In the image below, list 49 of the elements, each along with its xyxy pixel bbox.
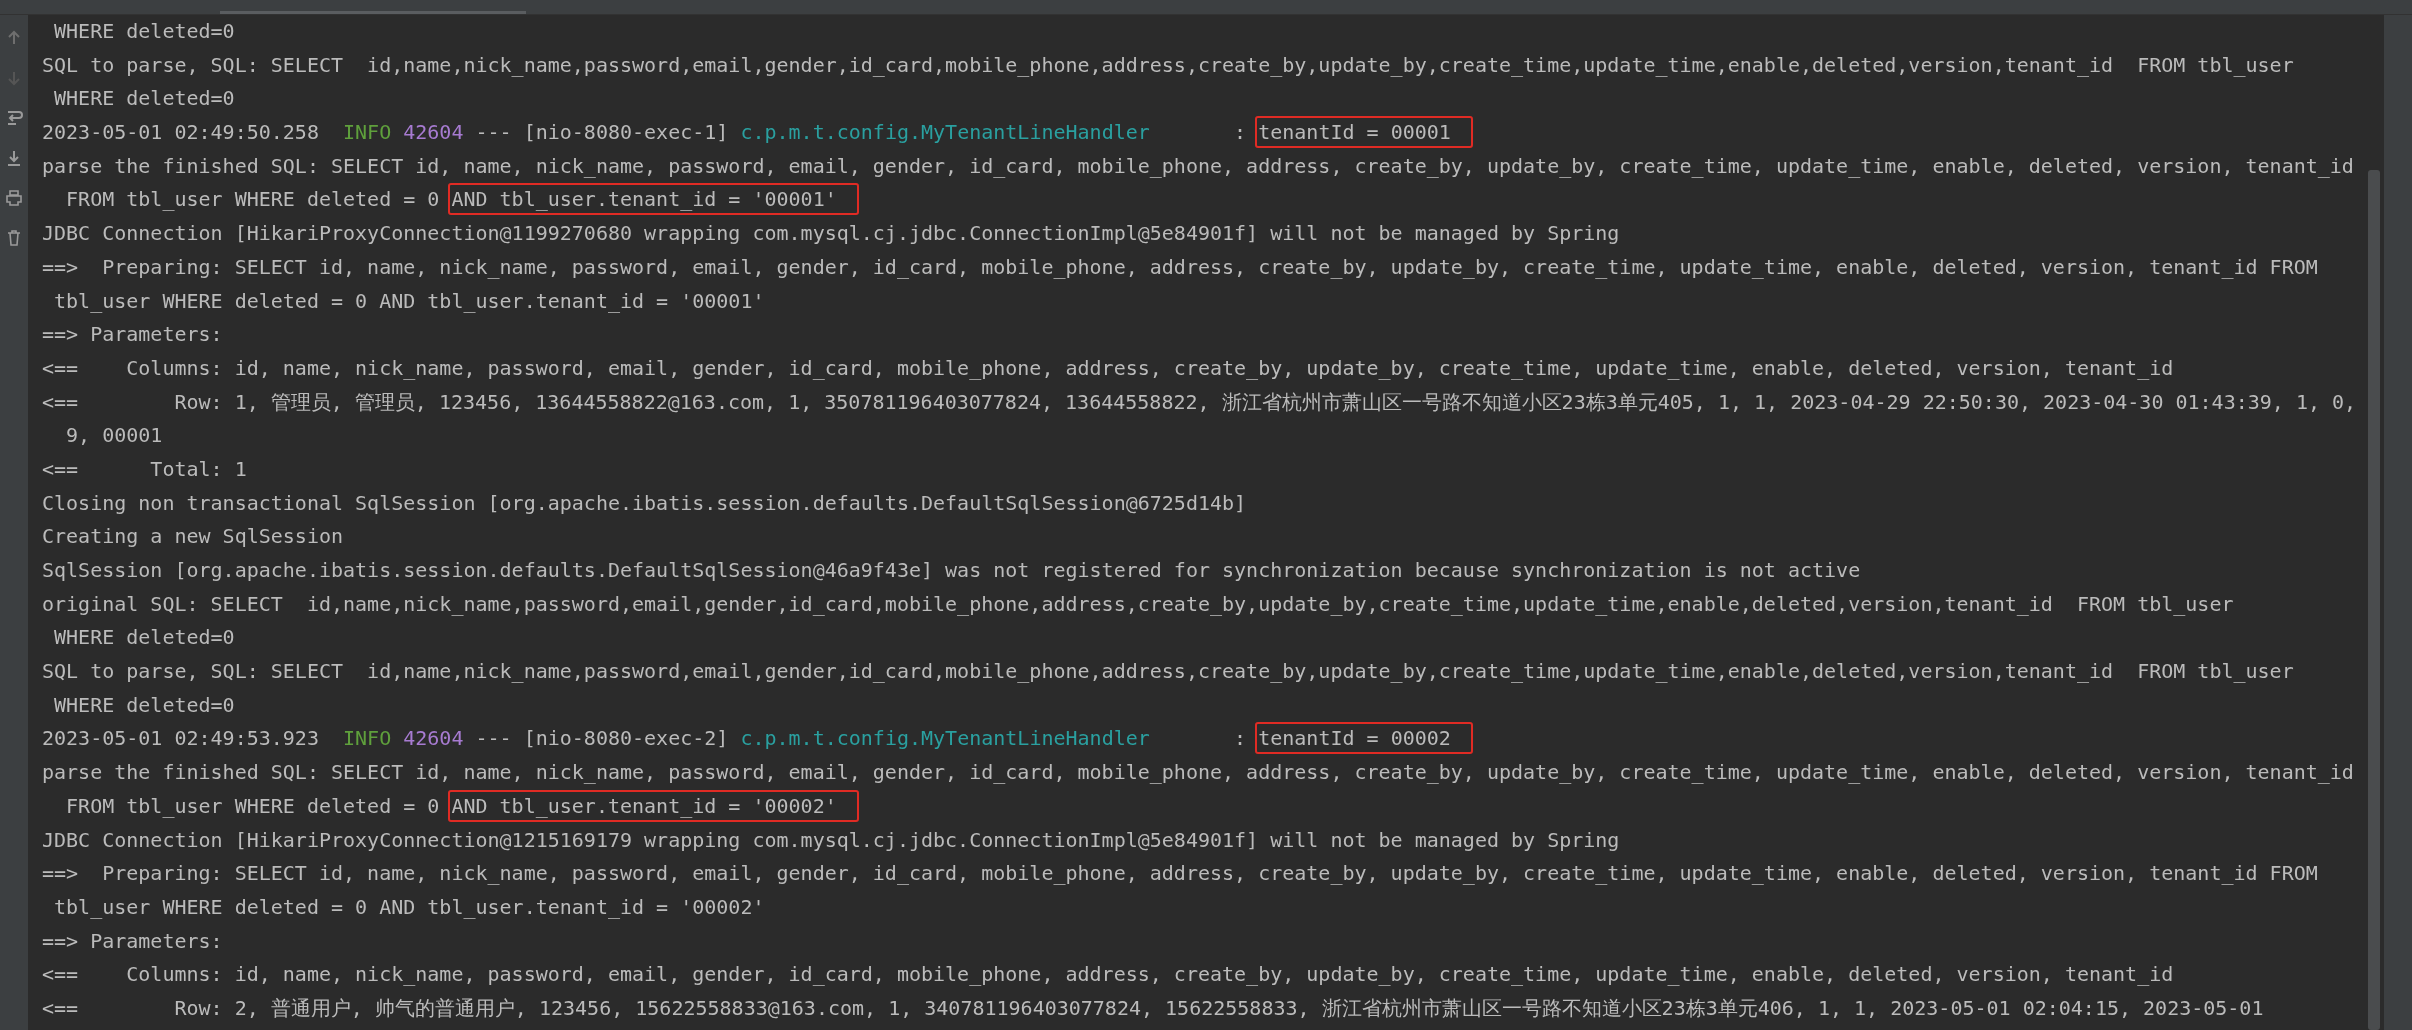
log-line: <== Row: 2, 普通用户, 帅气的普通用户, 123456, 15622558833@163.com, 1, 340781196403077824, 15622558833, 浙江省杭州市萧山区一号路不知道小区23栋3单元406, 1, 1, 2023-05-01 02:04:15, 2023-05-01 [42, 994, 2265, 1022]
log-line: <== Columns: id, name, nick_name, password, email, gender, id_card, mobile_phone, address, create_by, update_by, create_time, update_time, enable, deleted, version, tenant_id [42, 961, 2175, 989]
log-line: <== Row: 1, 管理员, 管理员, 123456, 13644558822@163.com, 1, 350781196403077824, 13644558822, 浙江省杭州市萧山区一号路不知道小区23栋3单元405, 1, 1, 2023-04-29 22:50:30, 2023-04-30 01:43:39, 1, 0, [42, 388, 2358, 416]
log-line: Closing non transactional SqlSession [org.apache.ibatis.session.defaults.DefaultSqlSession@6725d14b] [42, 489, 1248, 517]
log-line: SqlSession [org.apache.ibatis.session.defaults.DefaultSqlSession@46a9f43e] was not registered for synchronization because synchronization is not active [42, 557, 1862, 584]
logger-name: c.p.m.t.config.MyTenantLineHandler [740, 725, 1150, 753]
log-line: WHERE deleted=0 [53, 18, 236, 45]
log-line: parse the finished SQL: SELECT id, name, nick_name, password, email, gender, id_card, mobile_phone, address, create_by, update_by, create_time, update_time, enable, deleted, version, tenant_id [42, 759, 2355, 787]
highlighted-text: AND tbl_user.tenant_id = '00002' [448, 789, 859, 822]
process-id: 42604 [403, 725, 464, 753]
log-line: original SQL: SELECT id,name,nick_name,password,email,gender,id_card,mobile_phone,address,create_by,update_by,create_time,update_time,enable,deleted,version,tenant_id FROM tbl_user [42, 590, 2235, 618]
log-text: 2023-05-01 02:49:50.258 [42, 119, 320, 147]
log-line: JDBC Connection [HikariProxyConnection@1199270680 wrapping com.mysql.cj.jdbc.ConnectionImpl@5e84901f] will not be managed by Spring [42, 220, 1621, 248]
scroll-to-end-icon[interactable] [5, 149, 23, 167]
highlighted-text: AND tbl_user.tenant_id = '00001' [448, 183, 859, 216]
log-line: ==> Preparing: SELECT id, name, nick_name, password, email, gender, id_card, mobile_phone, address, create_by, update_by, create_time, update_time, enable, deleted, version, tenant_id FROM [42, 253, 2319, 281]
soft-wrap-icon[interactable] [5, 109, 23, 127]
log-line: ==> Preparing: SELECT id, name, nick_name, password, email, gender, id_card, mobile_phone, address, create_by, update_by, create_time, update_time, enable, deleted, version, tenant_id FROM [42, 860, 2319, 888]
log-line: <== Total: 1 [42, 455, 248, 483]
log-line: ==> Parameters: [42, 927, 224, 955]
log-line: parse the finished SQL: SELECT id, name, nick_name, password, email, gender, id_card, mobile_phone, address, create_by, update_by, create_time, update_time, enable, deleted, version, tenant_id [42, 152, 2355, 180]
log-level: INFO [343, 119, 392, 147]
scrollbar-thumb[interactable] [2368, 170, 2380, 1030]
log-text: FROM tbl_user WHERE deleted = 0 [65, 792, 441, 820]
log-line: ==> Parameters: [42, 321, 224, 349]
trash-icon[interactable] [5, 229, 23, 247]
log-text: : [1233, 725, 1248, 753]
process-id: 42604 [403, 119, 464, 147]
log-line: <== Columns: id, name, nick_name, password, email, gender, id_card, mobile_phone, address, create_by, update_by, create_time, update_time, enable, deleted, version, tenant_id [42, 354, 2175, 382]
log-line: WHERE deleted=0 [53, 624, 236, 652]
log-line: JDBC Connection [HikariProxyConnection@1215169179 wrapping com.mysql.cj.jdbc.ConnectionImpl@5e84901f] will not be managed by Spring [42, 826, 1621, 854]
log-line: WHERE deleted=0 [53, 691, 236, 719]
log-line: SQL to parse, SQL: SELECT id,name,nick_name,password,email,gender,id_card,mobile_phone,address,create_by,update_by,create_time,update_time,enable,deleted,version,tenant_id FROM tbl_user [42, 658, 2295, 686]
print-icon[interactable] [5, 189, 23, 207]
logger-name: c.p.m.t.config.MyTenantLineHandler [740, 119, 1150, 147]
highlighted-text: tenantId = 00001 [1255, 116, 1473, 149]
log-line: Creating a new SqlSession [42, 523, 345, 551]
highlighted-text: tenantId = 00002 [1255, 722, 1473, 755]
log-text: --- [nio-8080-exec-1] [474, 119, 730, 147]
log-line: WHERE deleted=0 [53, 85, 236, 113]
log-text: 2023-05-01 02:49:53.923 [42, 725, 320, 753]
log-line: tbl_user WHERE deleted = 0 AND tbl_user.tenant_id = '00002' [53, 893, 766, 921]
log-line: tbl_user WHERE deleted = 0 AND tbl_user.tenant_id = '00001' [53, 287, 766, 315]
log-line: 9, 00001 [65, 422, 164, 450]
log-text: : [1233, 119, 1248, 147]
log-text: FROM tbl_user WHERE deleted = 0 [65, 186, 441, 214]
log-level: INFO [343, 725, 392, 753]
log-text: --- [nio-8080-exec-2] [474, 725, 730, 753]
log-line: SQL to parse, SQL: SELECT id,name,nick_name,password,email,gender,id_card,mobile_phone,address,create_by,update_by,create_time,update_time,enable,deleted,version,tenant_id FROM tbl_user [42, 51, 2295, 79]
